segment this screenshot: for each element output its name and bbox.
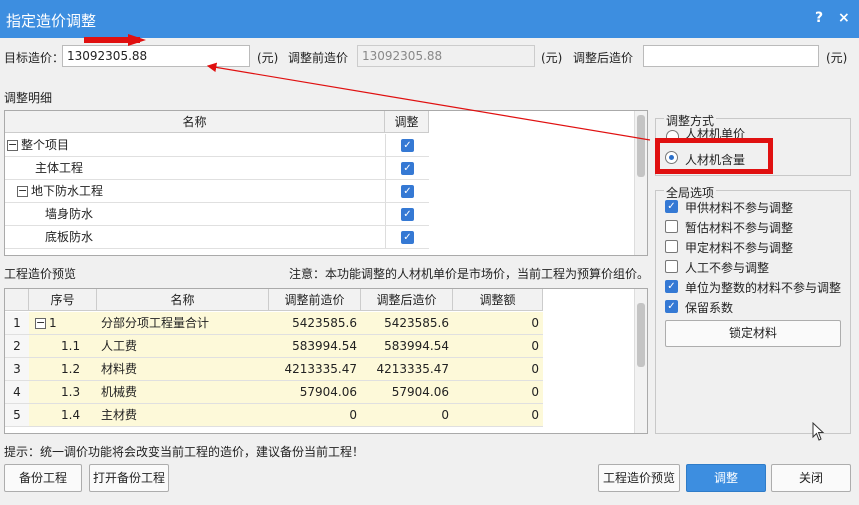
scrollbar-thumb[interactable] <box>637 303 645 367</box>
row-name: 分部分项工程量合计 <box>97 312 269 335</box>
row-name: 主材费 <box>97 404 269 427</box>
row-after: 4213335.47 <box>361 358 453 381</box>
row-index: 4 <box>5 381 29 404</box>
row-after: 5423585.6 <box>361 312 453 335</box>
adjust-mode-option-content[interactable]: 人材机含量 <box>685 151 745 168</box>
close-button[interactable]: 关闭 <box>771 464 851 492</box>
checkbox-checked-icon[interactable]: ✓ <box>665 300 678 313</box>
row-after: 583994.54 <box>361 335 453 358</box>
preview-note: 注意：本功能调整的人材机单价是市场价，当前工程为预算价组价。 <box>289 267 650 281</box>
row-diff: 0 <box>453 381 543 404</box>
adjust-mode-option-unit-price[interactable]: 人材机单价 <box>685 128 745 138</box>
row-after: 0 <box>361 404 453 427</box>
row-before: 57904.06 <box>269 381 361 404</box>
row-diff: 0 <box>453 335 543 358</box>
row-index: 1 <box>5 312 29 335</box>
row-name: 人工费 <box>97 335 269 358</box>
preview-scrollbar[interactable] <box>634 289 647 433</box>
row-after: 57904.06 <box>361 381 453 404</box>
radio-content-icon[interactable] <box>665 151 678 164</box>
col-header-after: 调整后造价 <box>361 289 453 311</box>
checkbox-unchecked-icon[interactable] <box>665 220 678 233</box>
collapse-toggle-icon[interactable]: − <box>35 317 46 329</box>
preview-section-label: 工程造价预览 <box>4 267 77 281</box>
corner-header <box>5 289 29 311</box>
col-header-name: 名称 <box>97 289 269 311</box>
annotation-arrow-long <box>206 62 651 141</box>
col-header-diff: 调整额 <box>453 289 543 311</box>
row-before: 5423585.6 <box>269 312 361 335</box>
row-before: 0 <box>269 404 361 427</box>
radio-unit-price-icon[interactable] <box>666 130 679 138</box>
open-backup-button[interactable]: 打开备份工程 <box>89 464 169 492</box>
row-name: 材料费 <box>97 358 269 381</box>
checkbox-checked-icon[interactable]: ✓ <box>665 280 678 293</box>
col-header-before: 调整前造价 <box>269 289 361 311</box>
row-index: 5 <box>5 404 29 427</box>
row-diff: 0 <box>453 404 543 427</box>
hint-text: 提示：统一调价功能将会改变当前工程的造价，建议备份当前工程！ <box>4 445 365 459</box>
backup-project-button[interactable]: 备份工程 <box>4 464 82 492</box>
row-index: 3 <box>5 358 29 381</box>
adjust-button[interactable]: 调整 <box>686 464 766 492</box>
row-before: 583994.54 <box>269 335 361 358</box>
row-index: 2 <box>5 335 29 358</box>
row-diff: 0 <box>453 358 543 381</box>
checkbox-checked-icon[interactable]: ✓ <box>665 200 678 213</box>
mouse-cursor-icon <box>812 422 825 441</box>
adjust-mode-title: 调整方式 <box>664 112 717 129</box>
row-seq: 1.3 <box>29 381 97 404</box>
checkbox-unchecked-icon[interactable] <box>665 260 678 273</box>
row-before: 4213335.47 <box>269 358 361 381</box>
checkbox-unchecked-icon[interactable] <box>665 240 678 253</box>
col-header-seq: 序号 <box>29 289 97 311</box>
preview-grid: 序号 名称 调整前造价 调整后造价 调整额 1 −1 分部分项工程量合计 542… <box>4 288 648 434</box>
row-name: 机械费 <box>97 381 269 404</box>
row-seq: 1.1 <box>29 335 97 358</box>
row-seq: 1.4 <box>29 404 97 427</box>
row-seq[interactable]: −1 <box>29 312 97 335</box>
annotation-arrowhead-top <box>128 34 146 46</box>
lock-material-button[interactable]: 锁定材料 <box>665 320 841 347</box>
row-diff: 0 <box>453 312 543 335</box>
cost-preview-button[interactable]: 工程造价预览 <box>598 464 680 492</box>
row-seq: 1.2 <box>29 358 97 381</box>
